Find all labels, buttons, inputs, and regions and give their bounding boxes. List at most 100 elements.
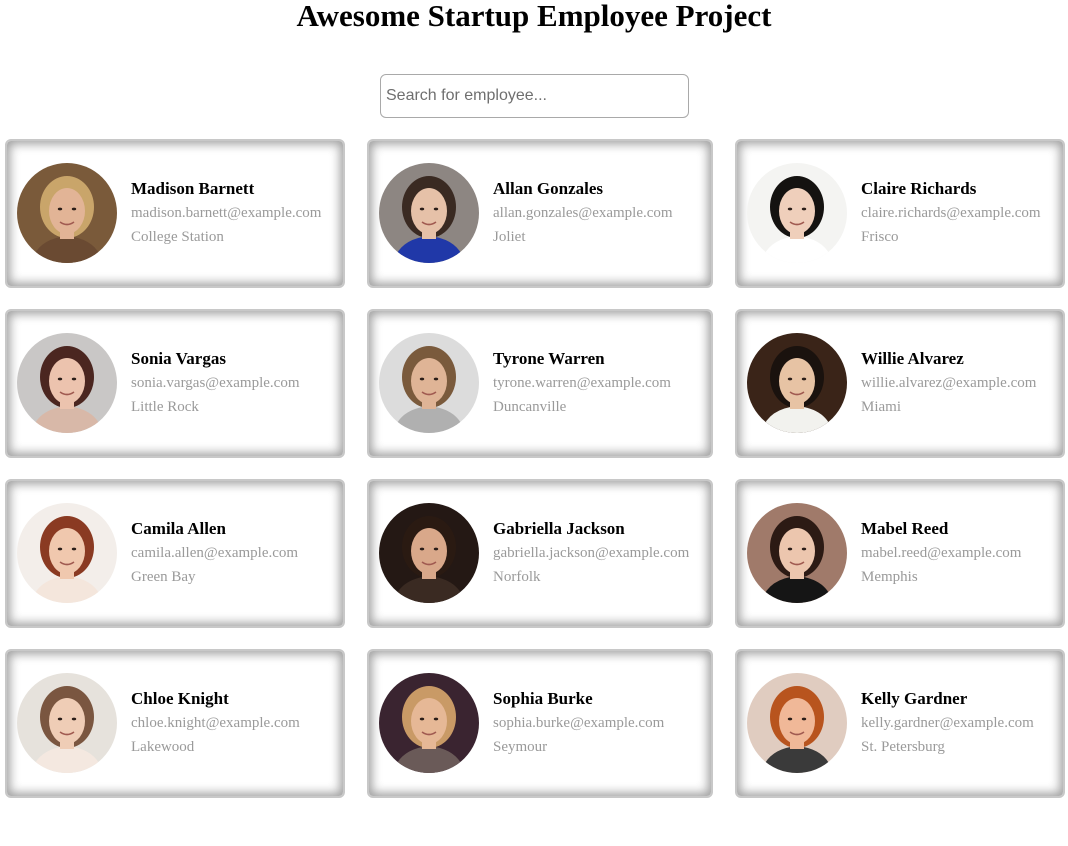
portrait-photo (379, 503, 479, 603)
employee-city: Duncanville (493, 399, 567, 415)
employee-info: Madison Barnett madison.barnett@example.… (131, 179, 321, 247)
photo-eye (419, 207, 425, 211)
portrait-photo (747, 163, 847, 263)
employee-name: Chloe Knight (131, 689, 229, 708)
employee-avatar (17, 163, 117, 263)
employee-email: claire.richards@example.com (861, 205, 1041, 221)
employee-card[interactable]: Camila Allen camila.allen@example.com Gr… (5, 479, 345, 628)
search-bar (380, 74, 689, 118)
employee-avatar (747, 673, 847, 773)
employee-info: Tyrone Warren tyrone.warren@example.com … (493, 349, 671, 417)
employee-name: Willie Alvarez (861, 349, 964, 368)
employee-info: Sophia Burke sophia.burke@example.com Se… (493, 689, 664, 757)
portrait-photo (17, 333, 117, 433)
employee-avatar (379, 333, 479, 433)
employee-name: Tyrone Warren (493, 349, 605, 368)
employee-email: mabel.reed@example.com (861, 545, 1022, 561)
employee-card[interactable]: Sophia Burke sophia.burke@example.com Se… (367, 649, 713, 798)
photo-face (49, 698, 85, 744)
photo-face (779, 528, 815, 574)
photo-eye (787, 547, 793, 551)
photo-face (779, 698, 815, 744)
employee-city: Frisco (861, 229, 899, 245)
photo-eye (787, 377, 793, 381)
employee-city: Memphis (861, 569, 918, 585)
employee-email: gabriella.jackson@example.com (493, 545, 690, 561)
employee-name: Camila Allen (131, 519, 226, 538)
employee-card[interactable]: Sonia Vargas sonia.vargas@example.com Li… (5, 309, 345, 458)
photo-eye (801, 717, 807, 721)
photo-eye (419, 717, 425, 721)
employee-email: willie.alvarez@example.com (861, 375, 1037, 391)
portrait-photo (379, 163, 479, 263)
employee-info: Mabel Reed mabel.reed@example.com Memphi… (861, 519, 1021, 587)
employee-info: Sonia Vargas sonia.vargas@example.com Li… (131, 349, 300, 417)
photo-eye (433, 547, 439, 551)
portrait-photo (17, 163, 117, 263)
portrait-photo (17, 503, 117, 603)
employee-info: Willie Alvarez willie.alvarez@example.co… (861, 349, 1036, 417)
employee-info: Camila Allen camila.allen@example.com Gr… (131, 519, 298, 587)
photo-eye (71, 547, 77, 551)
photo-face (411, 698, 447, 744)
photo-eye (787, 207, 793, 211)
employee-city: Joliet (493, 229, 526, 245)
employee-email: allan.gonzales@example.com (493, 205, 673, 221)
employee-avatar (747, 333, 847, 433)
employee-name: Sophia Burke (493, 689, 593, 708)
photo-eye (71, 207, 77, 211)
employee-info: Allan Gonzales allan.gonzales@example.co… (493, 179, 673, 247)
photo-eye (71, 717, 77, 721)
portrait-photo (747, 333, 847, 433)
photo-eye (419, 377, 425, 381)
portrait-photo (747, 673, 847, 773)
employee-email: chloe.knight@example.com (131, 715, 300, 731)
employee-name: Allan Gonzales (493, 179, 604, 198)
employee-name: Claire Richards (861, 179, 977, 198)
photo-eye (801, 547, 807, 551)
employee-info: Claire Richards claire.richards@example.… (861, 179, 1041, 247)
employee-card[interactable]: Tyrone Warren tyrone.warren@example.com … (367, 309, 713, 458)
employee-card[interactable]: Claire Richards claire.richards@example.… (735, 139, 1065, 288)
photo-face (411, 528, 447, 574)
employee-city: College Station (131, 229, 224, 245)
employee-city: Little Rock (131, 399, 199, 415)
photo-eye (801, 207, 807, 211)
employee-city: Seymour (493, 739, 548, 755)
photo-eye (419, 547, 425, 551)
employee-card[interactable]: Chloe Knight chloe.knight@example.com La… (5, 649, 345, 798)
employee-avatar (379, 673, 479, 773)
employee-email: camila.allen@example.com (131, 545, 299, 561)
employee-card[interactable]: Mabel Reed mabel.reed@example.com Memphi… (735, 479, 1065, 628)
portrait-photo (747, 503, 847, 603)
employee-grid: Madison Barnett madison.barnett@example.… (5, 139, 1065, 799)
photo-eye (57, 547, 63, 551)
employee-email: kelly.gardner@example.com (861, 715, 1034, 731)
photo-face (411, 188, 447, 234)
photo-eye (71, 377, 77, 381)
employee-avatar (747, 163, 847, 263)
photo-eye (433, 717, 439, 721)
photo-face (779, 358, 815, 404)
employee-card[interactable]: Kelly Gardner kelly.gardner@example.com … (735, 649, 1065, 798)
employee-card[interactable]: Allan Gonzales allan.gonzales@example.co… (367, 139, 713, 288)
search-input[interactable] (380, 74, 689, 118)
employee-card[interactable]: Madison Barnett madison.barnett@example.… (5, 139, 345, 288)
portrait-photo (17, 673, 117, 773)
photo-face (49, 188, 85, 234)
employee-info: Chloe Knight chloe.knight@example.com La… (131, 689, 300, 757)
employee-city: Lakewood (131, 739, 195, 755)
employee-avatar (17, 503, 117, 603)
employee-city: St. Petersburg (861, 739, 945, 755)
employee-info: Gabriella Jackson gabriella.jackson@exam… (493, 519, 689, 587)
employee-name: Kelly Gardner (861, 689, 968, 708)
employee-card[interactable]: Willie Alvarez willie.alvarez@example.co… (735, 309, 1065, 458)
employee-name: Sonia Vargas (131, 349, 226, 368)
photo-face (411, 358, 447, 404)
employee-email: tyrone.warren@example.com (493, 375, 671, 391)
photo-face (779, 188, 815, 234)
employee-city: Miami (861, 399, 901, 415)
photo-face (49, 358, 85, 404)
employee-card[interactable]: Gabriella Jackson gabriella.jackson@exam… (367, 479, 713, 628)
photo-eye (787, 717, 793, 721)
